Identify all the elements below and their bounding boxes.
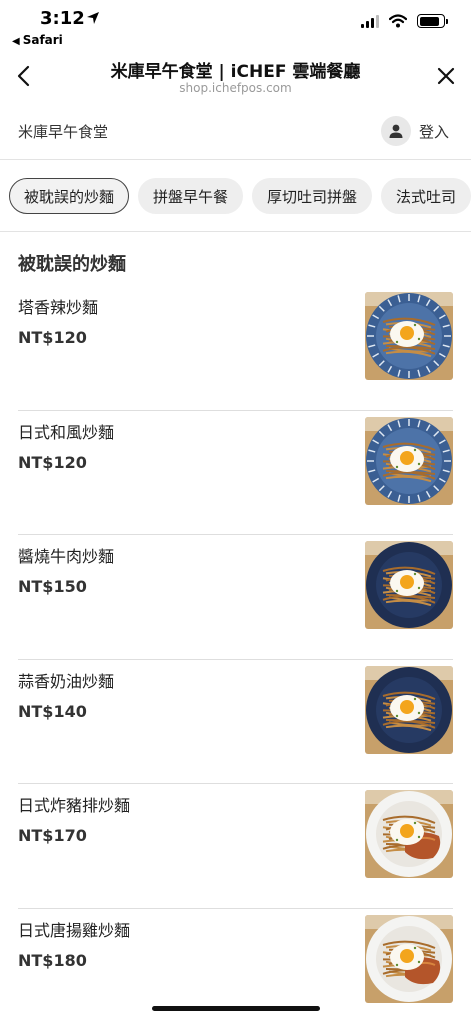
category-tab[interactable]: 被耽誤的炒麵	[9, 178, 130, 214]
back-to-app-link[interactable]: ◀ Safari	[12, 33, 63, 47]
back-button[interactable]	[10, 60, 36, 92]
battery-icon	[417, 14, 448, 28]
status-indicators	[361, 14, 448, 28]
dish-image	[365, 914, 453, 1003]
dish-image	[365, 790, 453, 879]
login-button[interactable]: 登入	[380, 116, 449, 146]
user-icon	[389, 124, 403, 138]
status-bar: 3:12 ◀ Safari	[0, 0, 471, 50]
menu-item[interactable]: 蒜香奶油炒麵 NT$140	[0, 660, 471, 785]
menu-item[interactable]: 日式炸豬排炒麵 NT$170	[0, 784, 471, 909]
section-title: 被耽誤的炒麵	[18, 254, 126, 275]
avatar	[380, 116, 411, 146]
menu-item-name: 日式唐揚雞炒麵	[18, 920, 131, 940]
status-time: 3:12	[40, 8, 85, 29]
menu-item-thumbnail[interactable]	[365, 790, 453, 879]
menu-item-name: 日式炸豬排炒麵	[18, 796, 131, 816]
back-triangle-icon: ◀	[12, 36, 20, 47]
menu-item-list: 塔香辣炒麵 NT$120 日式和風炒麵 NT$120 醬燒牛肉炒麵 NT$150 蒜香奶油炒…	[0, 286, 471, 1020]
menu-item-thumbnail[interactable]	[365, 665, 453, 754]
menu-item-price: NT$170	[18, 826, 87, 846]
dish-image	[365, 416, 453, 505]
location-arrow-icon	[87, 12, 99, 24]
menu-item-name: 蒜香奶油炒麵	[18, 671, 115, 691]
menu-item-name: 日式和風炒麵	[18, 422, 115, 442]
menu-item-thumbnail[interactable]	[365, 416, 453, 505]
menu-item-price: NT$140	[18, 701, 87, 721]
wifi-icon	[389, 14, 407, 28]
close-button[interactable]	[433, 62, 459, 90]
menu-item[interactable]: 日式唐揚雞炒麵 NT$180	[0, 909, 471, 1020]
dish-image	[365, 541, 453, 630]
menu-item-price: NT$150	[18, 577, 87, 597]
menu-item[interactable]: 日式和風炒麵 NT$120	[0, 411, 471, 536]
category-tabs: 被耽誤的炒麵 拼盤早午餐 厚切吐司拼盤 法式吐司	[0, 160, 471, 232]
menu-item-thumbnail[interactable]	[365, 914, 453, 1003]
menu-item-thumbnail[interactable]	[365, 292, 453, 380]
store-name: 米庫早午食堂	[18, 123, 109, 141]
menu-item[interactable]: 醬燒牛肉炒麵 NT$150	[0, 535, 471, 660]
category-tab[interactable]: 厚切吐司拼盤	[252, 178, 373, 214]
category-tabs-track: 被耽誤的炒麵 拼盤早午餐 厚切吐司拼盤 法式吐司	[9, 178, 471, 214]
chevron-left-icon	[17, 65, 30, 87]
page-url: shop.ichefpos.com	[179, 81, 292, 95]
menu-item-price: NT$120	[18, 452, 87, 472]
menu-item-thumbnail[interactable]	[365, 541, 453, 630]
page-title: 米庫早午食堂 | iCHEF 雲端餐廳	[110, 62, 361, 82]
dish-image	[365, 665, 453, 754]
store-header: 米庫早午食堂 登入	[0, 102, 471, 160]
dish-image	[365, 292, 453, 380]
menu-item-price: NT$180	[18, 950, 87, 970]
cellular-signal-icon	[361, 14, 379, 28]
menu-item-name: 塔香辣炒麵	[18, 298, 99, 317]
menu-item[interactable]: 塔香辣炒麵 NT$120	[0, 286, 471, 411]
browser-nav-bar: 米庫早午食堂 | iCHEF 雲端餐廳 shop.ichefpos.com	[0, 50, 471, 102]
category-tab[interactable]: 拼盤早午餐	[138, 178, 244, 214]
close-icon	[437, 67, 455, 85]
login-label: 登入	[418, 122, 449, 141]
home-indicator	[152, 1006, 320, 1011]
back-app-label: Safari	[22, 33, 63, 47]
menu-item-price: NT$120	[18, 328, 87, 347]
category-tab[interactable]: 法式吐司	[381, 178, 471, 214]
menu-item-name: 醬燒牛肉炒麵	[18, 547, 115, 567]
